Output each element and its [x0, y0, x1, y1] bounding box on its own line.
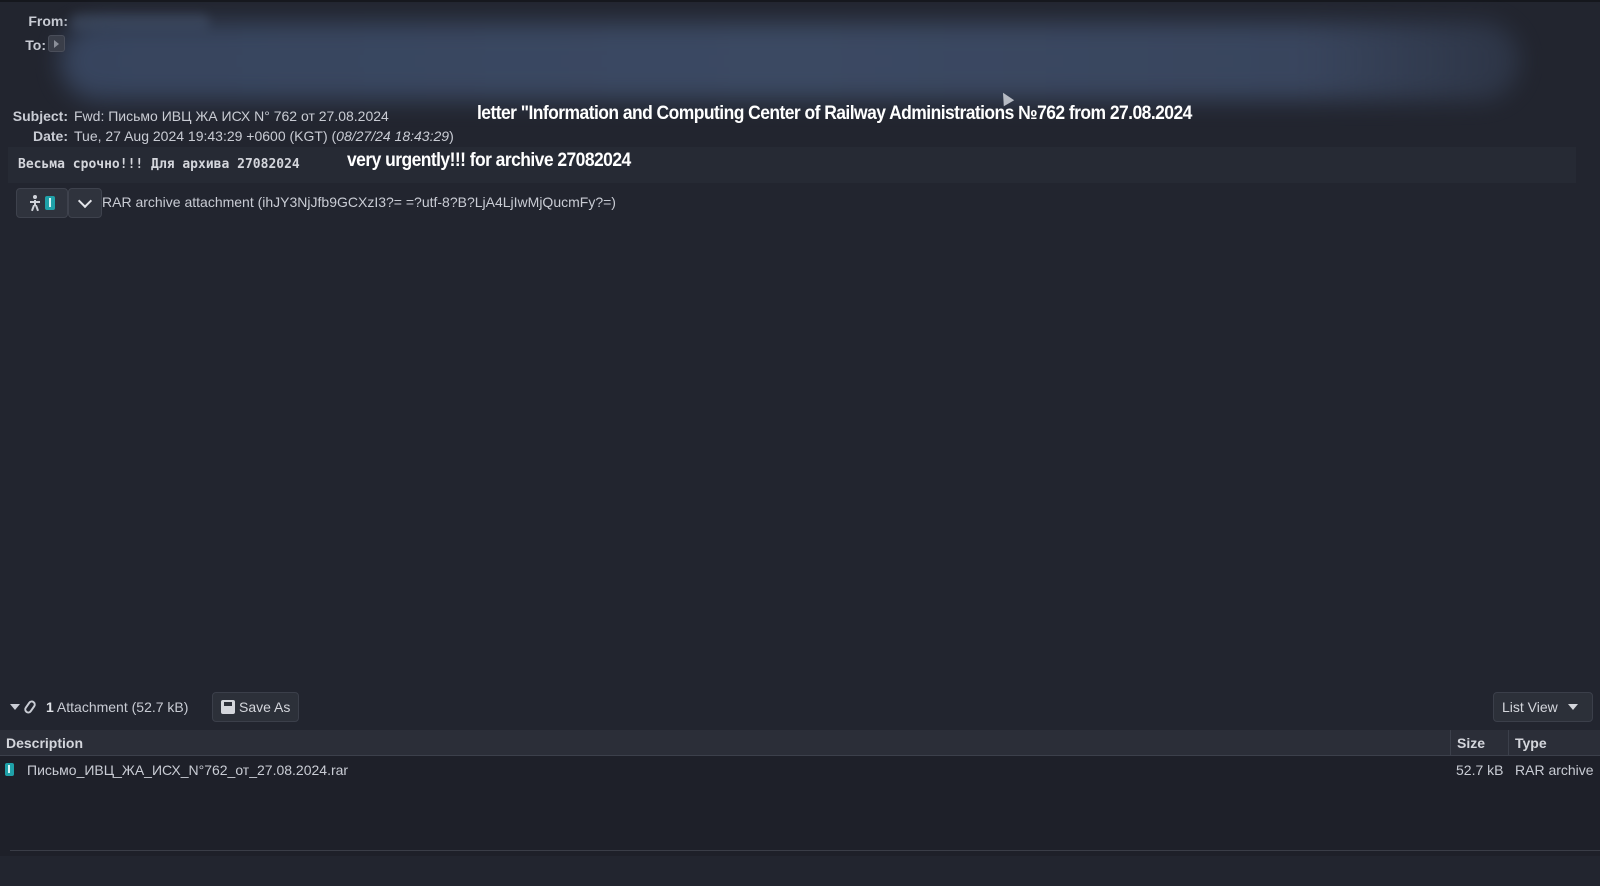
person-icon: [29, 195, 41, 212]
save-as-label: Save As: [239, 699, 291, 715]
attachment-bar: 1 Attachment (52.7 kB) Save As List View: [0, 690, 1600, 726]
subject-value: Fwd: Письмо ИВЦ ЖА ИСХ N° 762 от 27.08.2…: [74, 108, 389, 124]
subject-label: Subject:: [12, 108, 68, 124]
column-type[interactable]: Type: [1509, 730, 1600, 756]
date-main: Tue, 27 Aug 2024 19:43:29 +0600 (KGT) (: [74, 128, 337, 144]
date-row: Date: Tue, 27 Aug 2024 19:43:29 +0600 (K…: [0, 126, 454, 146]
attachment-count: 1: [46, 699, 54, 715]
date-label: Date:: [32, 128, 68, 144]
message-body-text: Весьма срочно!!! Для архива 27082024: [18, 157, 300, 172]
message-body: Весьма срочно!!! Для архива 27082024: [8, 147, 1576, 183]
attachment-table: Description Size Type Письмо_ИВЦ_ЖА_ИСХ_…: [0, 730, 1600, 856]
attachment-summary[interactable]: 1 Attachment (52.7 kB): [46, 699, 188, 715]
paperclip-icon: [22, 698, 38, 716]
attachment-size: 52.7 kB: [1456, 762, 1504, 778]
date-value: Tue, 27 Aug 2024 19:43:29 +0600 (KGT) (0…: [74, 128, 454, 144]
divider: [10, 850, 1600, 851]
inline-attachment-menu-button[interactable]: [68, 188, 102, 218]
column-description[interactable]: Description: [0, 730, 1451, 756]
attachment-type: RAR archive: [1515, 762, 1594, 778]
column-size[interactable]: Size: [1451, 730, 1509, 756]
inline-attachment-open-button[interactable]: [16, 188, 68, 218]
to-label: To:: [25, 37, 46, 53]
subject-row: Subject: Fwd: Письмо ИВЦ ЖА ИСХ N° 762 о…: [0, 106, 389, 126]
to-redacted: [60, 22, 1520, 100]
from-row: From:: [0, 11, 74, 31]
date-alt: 08/27/24 18:43:29: [336, 128, 450, 144]
list-view-label: List View: [1502, 699, 1558, 715]
save-as-button[interactable]: Save As: [212, 692, 300, 722]
collapse-triangle-icon[interactable]: [10, 704, 20, 710]
archive-file-icon: [5, 763, 14, 776]
subject-translation-caption: letter "Information and Computing Center…: [477, 103, 1192, 124]
from-label: From:: [28, 13, 68, 29]
table-header: Description Size Type: [0, 730, 1600, 756]
window-top-border: [0, 0, 1600, 2]
list-view-dropdown[interactable]: List View: [1493, 692, 1593, 722]
body-translation-caption: very urgently!!! for archive 27082024: [347, 150, 631, 171]
floppy-disk-icon: [221, 700, 235, 714]
attachment-summary-text: Attachment (52.7 kB): [53, 699, 189, 715]
caret-down-icon: [1567, 704, 1578, 710]
to-row: To:: [0, 35, 52, 55]
expand-triangle-icon[interactable]: [48, 35, 65, 52]
archive-icon: [45, 196, 55, 210]
inline-attachment-label: RAR archive attachment (ihJY3NjJfb9GCXzI…: [102, 194, 616, 210]
attachment-filename: Письмо_ИВЦ_ЖА_ИСХ_N°762_от_27.08.2024.ra…: [27, 762, 349, 778]
date-close: ): [449, 128, 454, 144]
table-row[interactable]: Письмо_ИВЦ_ЖА_ИСХ_N°762_от_27.08.2024.ra…: [0, 758, 1600, 782]
chevron-down-icon: [77, 193, 93, 208]
